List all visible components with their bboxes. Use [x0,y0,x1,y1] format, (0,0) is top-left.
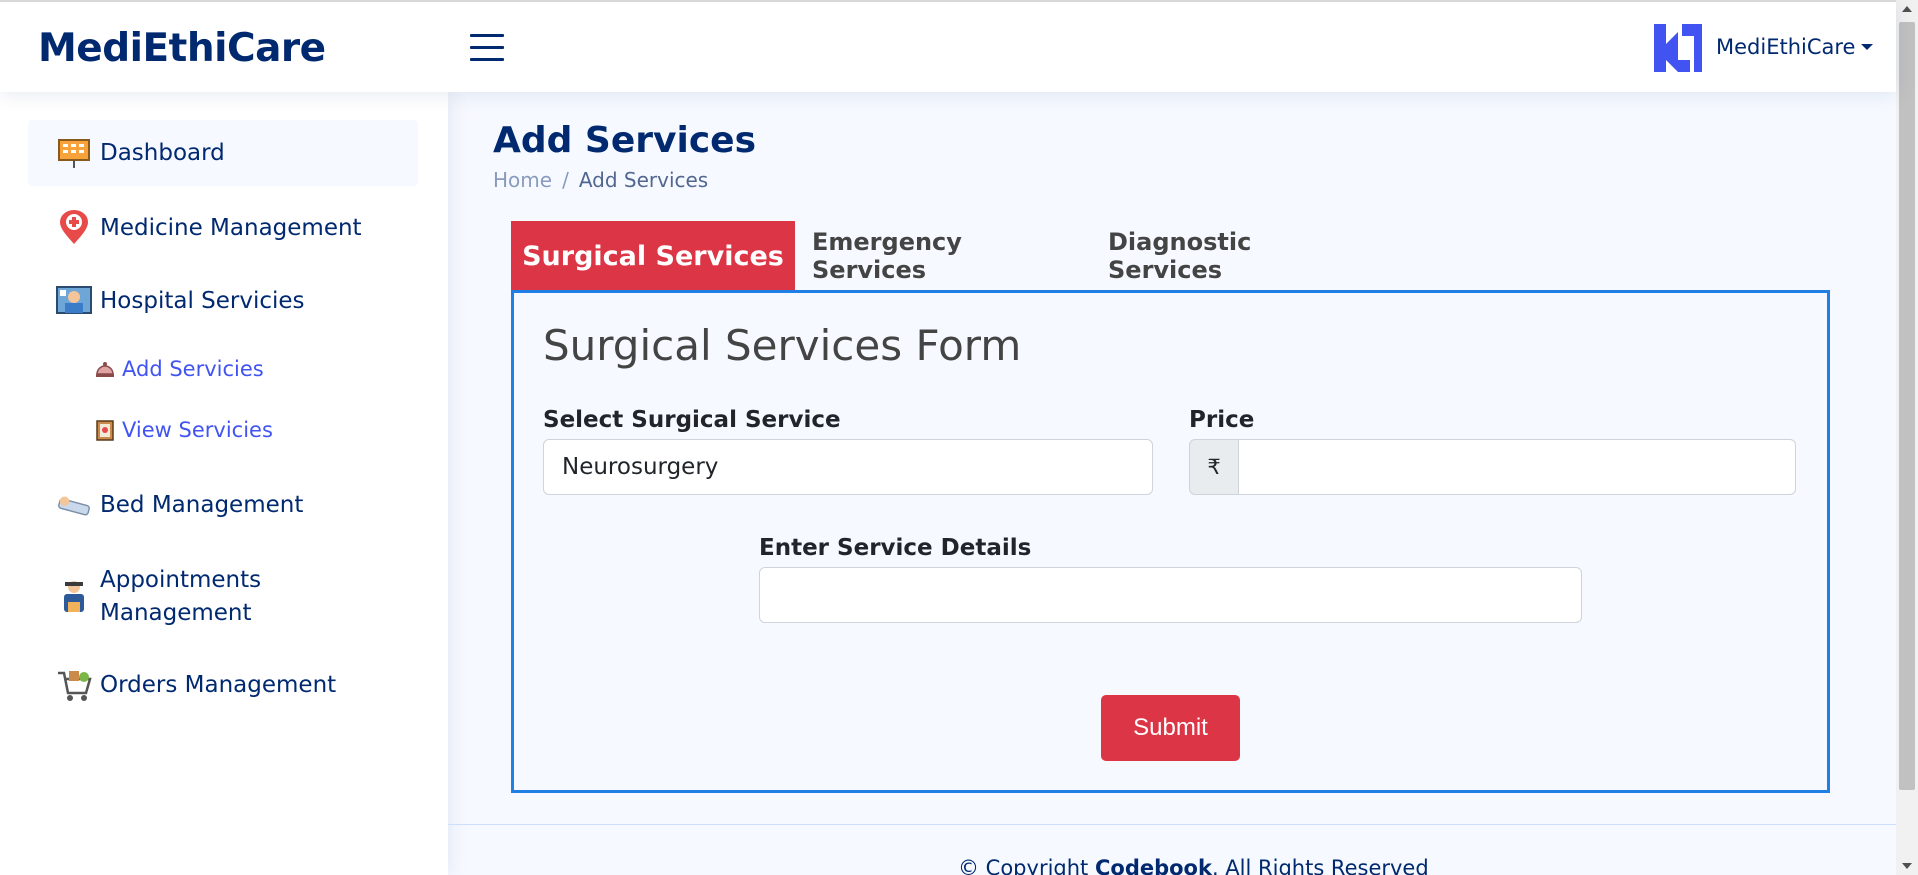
shopping-cart-icon [56,667,92,703]
service-details-label: Enter Service Details [759,535,1032,561]
breadcrumb-separator: / [562,168,569,192]
sidebar-item-orders-management[interactable]: Orders Management [28,665,418,705]
dashboard-board-icon [56,135,92,171]
price-input[interactable] [1238,439,1796,495]
caret-down-icon [1861,44,1874,50]
scroll-up-arrow-icon[interactable] [1902,6,1912,12]
sidebar-item-label: Bed Management [100,492,304,518]
surgical-service-value: Neurosurgery [562,454,719,480]
sidebar-subitem-add-servicies[interactable]: Add Servicies [92,356,264,382]
medical-pin-icon [56,210,92,246]
sidebar-subitem-label: View Servicies [122,418,273,442]
profile-name: MediEthiCare [1716,35,1856,59]
footer-suffix: . All Rights Reserved [1211,856,1429,875]
service-select-label: Select Surgical Service [543,407,841,433]
submit-button[interactable]: Submit [1101,695,1240,761]
vertical-scrollbar[interactable] [1896,0,1918,875]
service-bell-icon [92,356,118,382]
sidebar-item-label: Hospital Servicies [100,288,305,314]
scroll-thumb[interactable] [1899,22,1915,790]
sidebar: Dashboard Medicine Management Hospital S… [0,92,448,875]
sidebar-subitem-label: Add Servicies [122,357,264,381]
footer-copyright: © Copyright Codebook. All Rights Reserve… [958,856,1429,875]
breadcrumb: Home / Add Services [493,168,708,192]
tab-diagnostic-services[interactable]: Diagnostic Services [1108,221,1362,291]
footer-brand: Codebook [1094,856,1212,875]
sidebar-item-bed-management[interactable]: Bed Management [28,485,418,525]
hospital-patient-icon [56,283,92,319]
bed-icon [56,487,92,523]
top-header: MediEthiCare MediEthiCare [0,0,1896,92]
sidebar-item-label: Appointments Management [100,567,262,626]
profile-dropdown[interactable]: MediEthiCare [1716,35,1874,59]
breadcrumb-home-link[interactable]: Home [493,168,552,192]
sidebar-item-label: Dashboard [100,140,225,166]
surgical-service-select[interactable]: Neurosurgery [543,439,1153,495]
sidebar-toggle-hamburger-icon[interactable] [470,34,504,62]
sidebar-item-appointments-management[interactable]: Appointments Management [28,561,418,633]
scroll-down-arrow-icon[interactable] [1902,863,1912,869]
footer-divider [448,824,1896,825]
sidebar-item-label: Medicine Management [100,215,362,241]
tab-surgical-services[interactable]: Surgical Services [511,221,795,291]
sidebar-subitem-view-servicies[interactable]: View Servicies [92,417,273,443]
service-details-input[interactable] [759,567,1582,623]
sidebar-item-label: Orders Management [100,672,337,698]
sidebar-item-dashboard[interactable]: Dashboard [28,120,418,186]
sidebar-item-medicine-management[interactable]: Medicine Management [28,208,418,248]
clipboard-icon [92,417,118,443]
sidebar-item-hospital-servicies[interactable]: Hospital Servicies [28,281,418,321]
brand-logo-icon [1654,24,1702,72]
logo[interactable]: MediEthiCare [38,26,326,71]
page-title: Add Services [493,120,757,161]
price-label: Price [1189,407,1255,433]
footer-prefix: © Copyright [958,856,1089,875]
rupee-addon: ₹ [1189,439,1239,495]
form-title: Surgical Services Form [543,321,1022,370]
tab-emergency-services[interactable]: Emergency Services [812,221,1072,291]
doctor-icon [56,579,92,615]
breadcrumb-current: Add Services [578,168,709,192]
